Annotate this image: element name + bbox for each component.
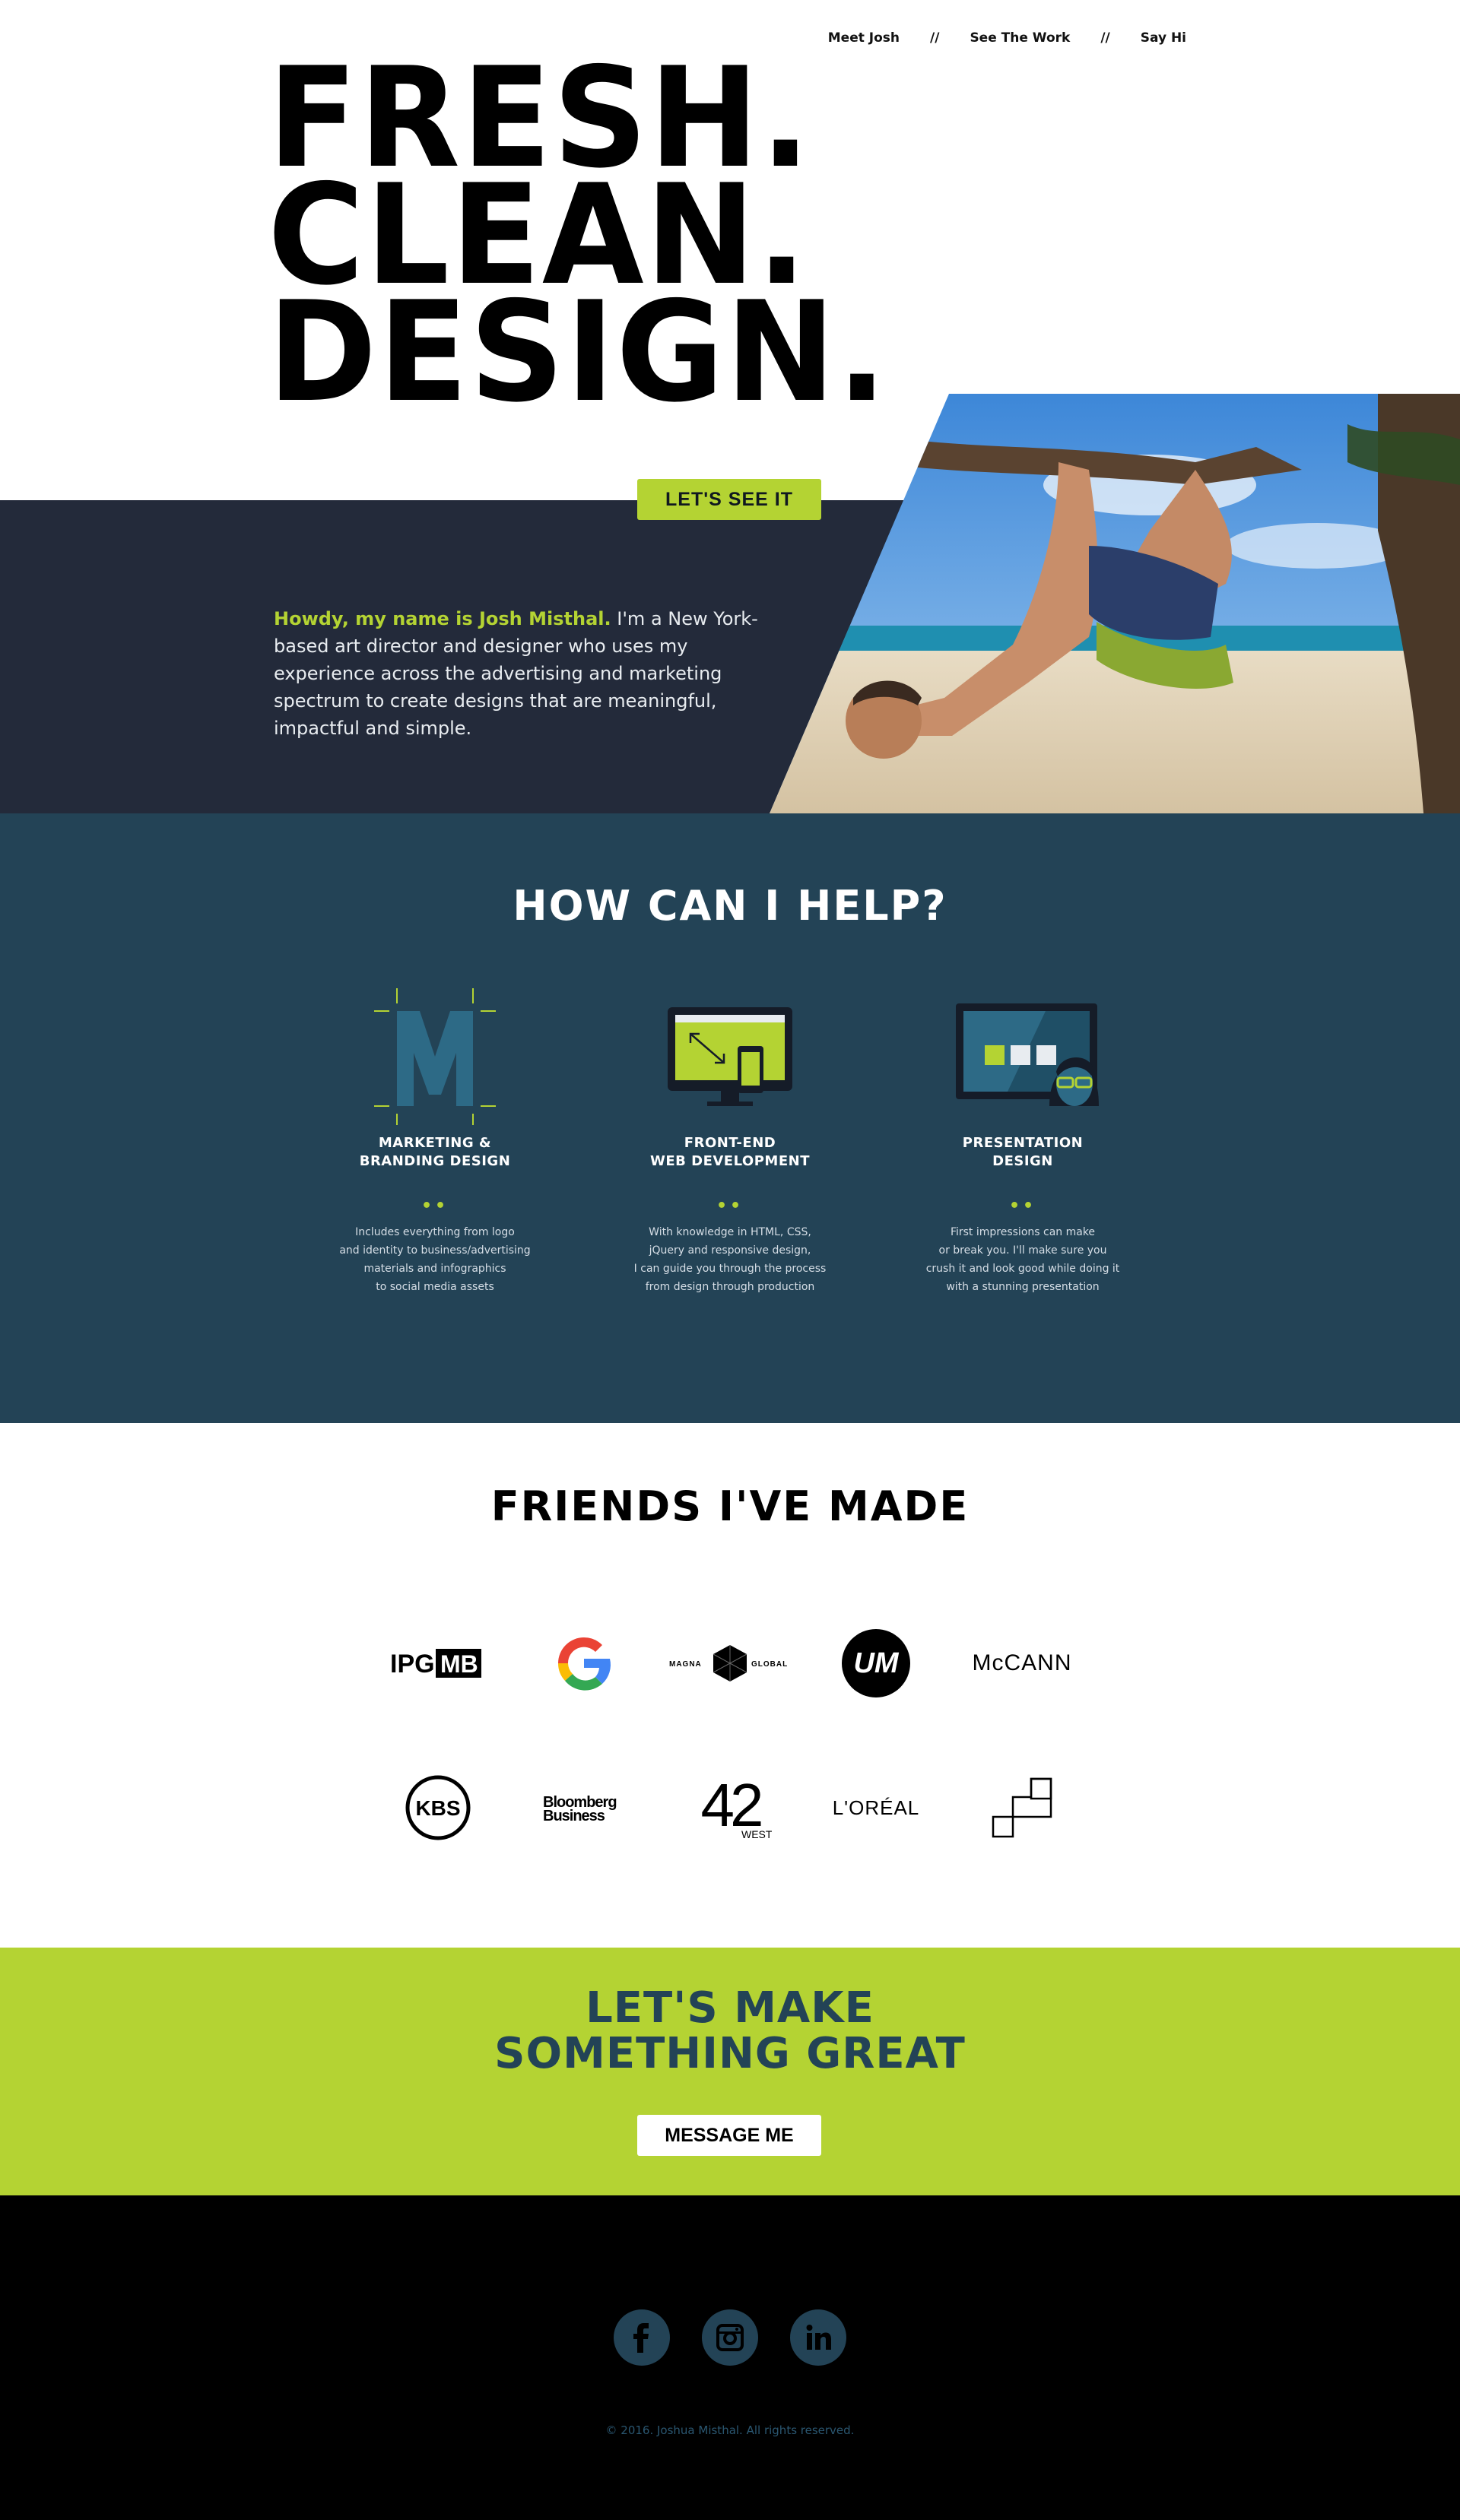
svg-text:Business: Business [543,1808,605,1824]
service-dots: •• [1008,1197,1037,1216]
copyright: © 2016. Joshua Misthal. All rights reser… [605,2423,855,2437]
logo-mccann: McCANN [972,1650,1072,1675]
nav-separator: // [1100,30,1110,46]
social-links [0,2309,1460,2366]
intro-highlight: Howdy, my name is Josh Misthal. [274,608,611,629]
friends-title: FRIENDS I'VE MADE [490,1482,970,1530]
services-title: HOW CAN I HELP? [513,882,947,930]
lets-see-it-button[interactable]: LET'S SEE IT [637,479,821,520]
logo-kbs: KBS [365,1770,511,1846]
instagram-icon[interactable] [702,2309,758,2366]
monitor-phone-icon [616,981,844,1125]
svg-text:MAGNA: MAGNA [669,1660,702,1669]
svg-text:KBS: KBS [415,1796,460,1820]
hero-photo [770,394,1460,813]
letter-m-icon [321,981,549,1125]
service-name: PRESENTATION DESIGN [962,1135,1084,1169]
service-description: With knowledge in HTML, CSS, jQuery and … [633,1226,827,1293]
logo-um: UM [803,1625,949,1701]
client-logos-row-2: KBS Bloomberg Business 42 WEST L'ORÉAL [0,1770,1460,1846]
logo-squares [949,1770,1095,1846]
services-section: HOW CAN I HELP? MARKETING & BRANDING DES… [0,813,1460,1423]
logo-magna-global: MAGNA GLOBAL [657,1625,803,1701]
nav-say-hi[interactable]: Say Hi [1141,30,1186,46]
nav-separator: // [930,30,940,46]
svg-text:MB: MB [440,1650,478,1678]
nav-meet-josh[interactable]: Meet Josh [828,30,900,46]
hero-line-design: DESIGN. [268,271,889,433]
svg-text:UM: UM [853,1647,899,1679]
linkedin-icon[interactable] [790,2309,846,2366]
service-name: FRONT-END WEB DEVELOPMENT [650,1135,810,1169]
service-name: MARKETING & BRANDING DESIGN [359,1135,511,1169]
facebook-icon[interactable] [614,2309,670,2366]
logo-bloomberg-business: Bloomberg Business [511,1770,657,1846]
message-me-button[interactable]: MESSAGE ME [637,2115,821,2156]
beach-photo-illustration [770,394,1460,813]
service-description: First impressions can make or break you.… [925,1226,1120,1293]
svg-text:WEST: WEST [741,1828,772,1840]
logo-loreal: L'ORÉAL [832,1796,920,1819]
logo-google [511,1625,657,1701]
svg-text:GLOBAL: GLOBAL [751,1660,788,1669]
footer: © 2016. Joshua Misthal. All rights reser… [0,2195,1460,2520]
client-logos-row-1: IPG MB MB MAGNA GLOBAL UM McCANN [0,1625,1460,1701]
logo-42-west: 42 WEST [657,1770,803,1846]
logo-ipg-mb: IPG MB MB [365,1625,511,1701]
intro-paragraph: Howdy, my name is Josh Misthal. I'm a Ne… [274,605,791,742]
service-presentation-design: PRESENTATION DESIGN •• First impressions… [909,981,1137,1296]
hero-headline: FRESH. CLEAN. DESIGN. [268,49,889,433]
service-dots: •• [421,1197,449,1216]
nav-see-the-work[interactable]: See The Work [970,30,1070,46]
service-dots: •• [716,1197,744,1216]
top-nav: Meet Josh // See The Work // Say Hi [828,30,1186,46]
presentation-icon [909,981,1137,1125]
service-web-development: FRONT-END WEB DEVELOPMENT •• With knowle… [616,981,844,1296]
cta-title: LET'S MAKE SOMETHING GREAT [494,1983,966,2078]
contact-cta-band: LET'S MAKE SOMETHING GREAT MESSAGE ME [0,1948,1460,2195]
service-marketing-branding: MARKETING & BRANDING DESIGN •• Includes … [321,981,549,1296]
service-description: Includes everything from logo and identi… [339,1226,531,1293]
